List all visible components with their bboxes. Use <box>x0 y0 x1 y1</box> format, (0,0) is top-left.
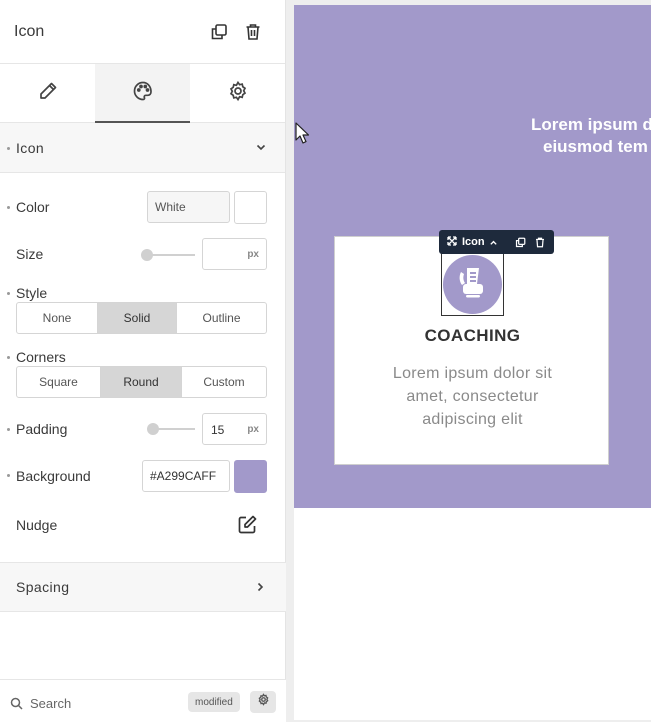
modified-dot <box>7 474 10 477</box>
move-icon[interactable] <box>447 233 457 251</box>
panel-bottom-bar: Search modified <box>0 679 286 722</box>
style-segmented: None Solid Outline <box>16 302 267 334</box>
nudge-label: Nudge <box>16 517 58 533</box>
selected-icon-outline[interactable] <box>441 253 504 316</box>
section-icon-header[interactable]: Icon <box>0 123 285 173</box>
toolbar-label: Icon <box>462 236 485 248</box>
nudge-row: Nudge <box>0 510 286 540</box>
trash-icon[interactable] <box>243 22 263 42</box>
corners-label: Corners <box>16 349 66 365</box>
size-unit: px <box>247 249 259 260</box>
pencil-icon <box>37 80 59 107</box>
modified-dot <box>7 206 10 209</box>
phone-book-icon <box>453 262 493 307</box>
chevron-down-icon <box>255 140 267 158</box>
size-label: Size <box>16 246 44 262</box>
edit-icon[interactable] <box>237 514 258 540</box>
mouse-cursor-icon <box>295 122 310 149</box>
element-toolbar: Icon <box>439 230 554 254</box>
modified-filter-badge[interactable]: modified <box>188 692 240 712</box>
icon-circle <box>443 255 502 314</box>
padding-label: Padding <box>16 421 68 437</box>
hero-text-line: Lorem ipsum d <box>531 115 651 134</box>
section-icon-label: Icon <box>16 139 45 156</box>
tab-advanced[interactable] <box>190 64 285 122</box>
corners-option-square[interactable]: Square <box>17 367 101 397</box>
editor-canvas[interactable]: Lorem ipsum d eiusmod tem COACHING Lorem… <box>294 5 651 720</box>
modified-dot <box>7 292 10 295</box>
corners-option-round[interactable]: Round <box>101 367 182 397</box>
style-label: Style <box>16 285 48 301</box>
gear-icon <box>257 693 270 711</box>
search-settings-button[interactable] <box>250 691 276 713</box>
trash-icon[interactable] <box>534 236 546 248</box>
background-value-field[interactable]: #A299CAFF <box>142 460 230 492</box>
card-title: COACHING <box>424 326 521 345</box>
background-row: Background #A299CAFF <box>0 459 286 493</box>
style-option-solid[interactable]: Solid <box>98 303 177 333</box>
panel-tabs <box>0 64 285 123</box>
background-swatch[interactable] <box>234 460 267 493</box>
section-spacing-label: Spacing <box>16 579 70 595</box>
settings-panel: Icon Icon Color White Size px Style None… <box>0 0 286 722</box>
padding-input[interactable]: 15 px <box>202 413 267 445</box>
palette-icon <box>132 80 154 107</box>
search-input[interactable]: Search <box>30 696 71 711</box>
background-label: Background <box>16 468 91 484</box>
section-spacing-header[interactable]: Spacing <box>0 562 286 612</box>
style-option-none[interactable]: None <box>17 303 98 333</box>
padding-row: Padding 15 px <box>0 413 286 447</box>
service-card[interactable]: COACHING Lorem ipsum dolor sit amet, con… <box>334 236 609 465</box>
padding-unit: px <box>247 424 259 435</box>
color-value-field[interactable]: White <box>147 191 230 223</box>
chevron-right-icon <box>254 580 266 598</box>
search-icon <box>10 697 23 715</box>
gear-icon <box>227 80 249 107</box>
modified-dot <box>7 356 10 359</box>
padding-slider-handle[interactable] <box>147 423 159 435</box>
style-option-outline[interactable]: Outline <box>177 303 266 333</box>
corners-option-custom[interactable]: Custom <box>182 367 266 397</box>
panel-title: Icon <box>14 22 45 40</box>
size-slider-handle[interactable] <box>141 249 153 261</box>
color-label: Color <box>16 199 50 215</box>
card-body: Lorem ipsum dolor sit amet, consectetur … <box>392 365 553 428</box>
tab-style[interactable] <box>95 64 190 123</box>
color-swatch[interactable] <box>234 191 267 224</box>
size-row: Size px <box>0 238 286 272</box>
modified-dot <box>7 428 10 431</box>
color-row: Color White <box>0 190 286 226</box>
size-input[interactable]: px <box>202 238 267 270</box>
modified-dot <box>7 147 10 150</box>
tab-content[interactable] <box>0 64 95 122</box>
corners-segmented: Square Round Custom <box>16 366 267 398</box>
hero-text-line: eiusmod tem <box>543 137 648 156</box>
hero-section[interactable]: Lorem ipsum d eiusmod tem COACHING Lorem… <box>294 5 651 508</box>
duplicate-icon[interactable] <box>514 236 526 248</box>
chevron-up-icon[interactable] <box>487 236 499 248</box>
panel-header: Icon <box>0 0 285 64</box>
duplicate-icon[interactable] <box>209 22 229 42</box>
